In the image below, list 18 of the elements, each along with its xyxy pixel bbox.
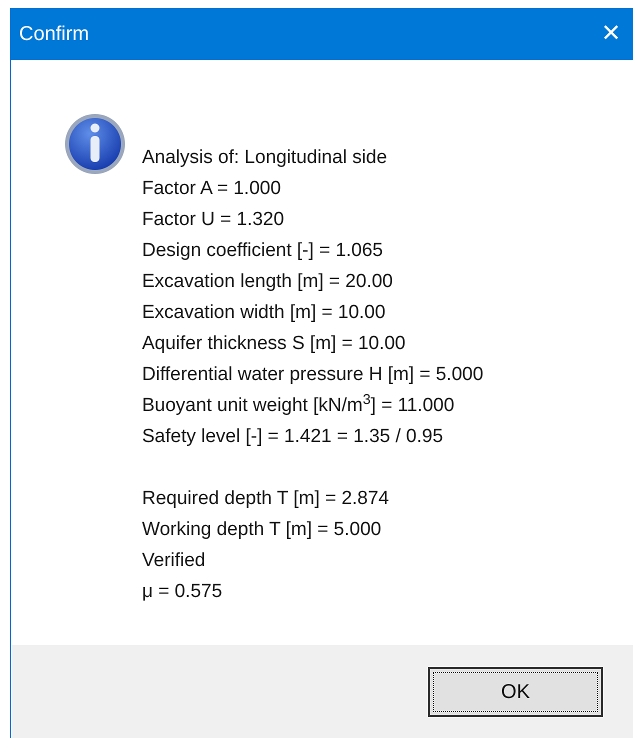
- message-line: Excavation width [m] = 10.00: [142, 301, 386, 325]
- message-line: Analysis of: Longitudinal side: [142, 146, 388, 170]
- info-icon: [63, 112, 127, 176]
- ok-button[interactable]: OK: [428, 666, 603, 716]
- message-line: Aquifer thickness S [m] = 10.00: [142, 332, 406, 356]
- message-line: Design coefficient [-] = 1.065: [142, 239, 384, 263]
- message-line: μ = 0.575: [142, 580, 224, 604]
- window-title: Confirm: [19, 22, 90, 47]
- message-line: Safety level [-] = 1.421 = 1.35 / 0.95: [142, 425, 444, 449]
- message-line: Verified: [142, 549, 206, 573]
- message-line: Excavation length [m] = 20.00: [142, 270, 394, 294]
- message-line: Required depth T [m] = 2.874: [142, 487, 390, 511]
- message-line: Factor U = 1.320: [142, 208, 286, 232]
- message-line: Working depth T [m] = 5.000: [142, 518, 382, 542]
- message-line: Differential water pressure H [m] = 5.000: [142, 363, 484, 387]
- message-line: Factor A = 1.000: [142, 177, 282, 201]
- message-line: Buoyant unit weight [kN/m$^{3}$] = 11.000: [142, 390, 456, 418]
- close-button[interactable]: ✕: [601, 22, 621, 46]
